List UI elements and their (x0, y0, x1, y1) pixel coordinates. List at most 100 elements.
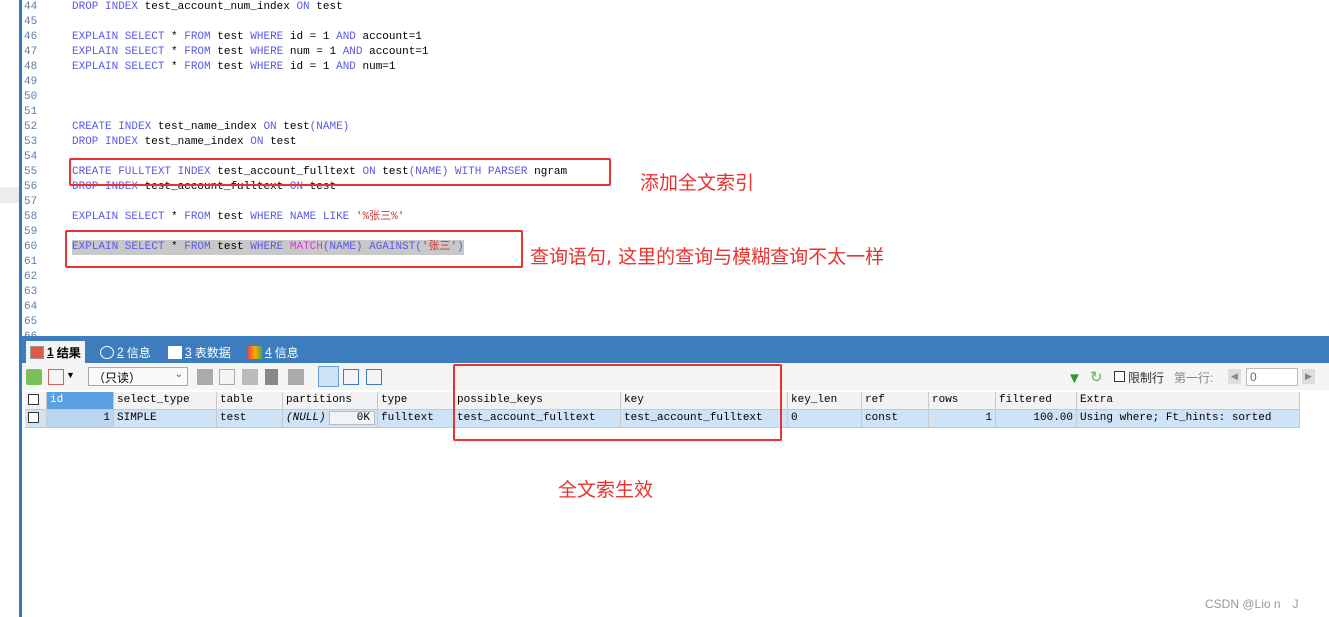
code-line[interactable]: 46 EXPLAIN SELECT * FROM test WHERE id = … (22, 30, 1322, 45)
info-icon (100, 345, 114, 359)
cell-ref[interactable]: const (862, 410, 929, 428)
code-line[interactable]: 58 EXPLAIN SELECT * FROM test WHERE NAME … (22, 210, 1322, 225)
code-token: EXPLAIN SELECT (72, 61, 172, 73)
first-row-input[interactable]: 0 (1246, 368, 1298, 386)
line-number: 64 (24, 301, 38, 313)
code-line[interactable]: 45 (22, 15, 1322, 30)
annotation-query: 查询语句, 这里的查询与模糊查询不太一样 (530, 246, 885, 268)
save-icon[interactable] (242, 369, 258, 385)
column-header-id[interactable]: id (47, 392, 114, 410)
code-line[interactable]: 53 DROP INDEX test_name_index ON test (22, 135, 1322, 150)
filter-icon[interactable]: ▼ (1067, 370, 1082, 387)
cell-filtered[interactable]: 100.00 (996, 410, 1077, 428)
line-number: 65 (24, 316, 38, 328)
refresh-icon[interactable]: ↻ (1090, 368, 1103, 386)
column-header-type[interactable]: type (378, 392, 454, 410)
chevron-down-icon[interactable]: ▼ (66, 370, 75, 380)
cell-select_type[interactable]: SIMPLE (114, 410, 217, 428)
code-token: DROP INDEX (72, 1, 145, 13)
code-token: test (283, 121, 310, 133)
code-token: WHERE NAME LIKE (250, 211, 356, 223)
delete-icon[interactable] (265, 369, 278, 385)
code-token: CREATE INDEX (72, 121, 158, 133)
code-text: EXPLAIN SELECT * FROM test WHERE id = 1 … (72, 60, 396, 75)
code-line[interactable]: 50 (22, 90, 1322, 105)
cell-extra[interactable]: Using where; Ft_hints: sorted (1077, 410, 1300, 428)
code-token: WHERE (250, 61, 290, 73)
highlight-box-create-fulltext (69, 158, 611, 186)
watermark: CSDN @Lio n J (1205, 597, 1299, 611)
insert-row-icon[interactable] (197, 369, 213, 385)
code-token: account=1 (362, 31, 422, 43)
limit-rows-checkbox[interactable] (1114, 371, 1125, 382)
tab-number: 2 (117, 345, 124, 359)
cell-partitions[interactable]: (NULL) 0K (283, 410, 378, 428)
column-header-ref[interactable]: ref (862, 392, 929, 410)
line-number: 55 (24, 166, 38, 178)
code-line[interactable]: 47 EXPLAIN SELECT * FROM test WHERE num =… (22, 45, 1322, 60)
line-number: 48 (24, 61, 38, 73)
tab-1[interactable]: 1 结果 (26, 341, 85, 363)
cell-rows[interactable]: 1 (929, 410, 996, 428)
tab-label: 结果 (56, 345, 81, 360)
add-row-icon[interactable] (26, 369, 42, 385)
code-line[interactable]: 57 (22, 195, 1322, 210)
checkbox[interactable] (28, 393, 39, 405)
line-number: 50 (24, 91, 38, 103)
code-line[interactable]: 51 (22, 105, 1322, 120)
column-header-key_len[interactable]: key_len (788, 392, 862, 410)
column-header-rows[interactable]: rows (929, 392, 996, 410)
code-token: FROM (184, 46, 218, 58)
select-all-checkbox[interactable] (25, 392, 47, 410)
cell-key_len[interactable]: 0 (788, 410, 862, 428)
duplicate-row-icon[interactable] (219, 369, 235, 385)
line-number: 44 (24, 1, 38, 13)
code-line[interactable]: 64 (22, 300, 1322, 315)
text-view-icon[interactable] (366, 369, 382, 385)
line-number: 47 (24, 46, 38, 58)
cell-type[interactable]: fulltext (378, 410, 454, 428)
code-token: test (217, 211, 251, 223)
column-header-extra[interactable]: Extra (1077, 392, 1300, 410)
code-line[interactable]: 62 (22, 270, 1322, 285)
code-token: test_name_index (144, 136, 251, 148)
tab-2[interactable]: 2 信息 (96, 341, 155, 363)
highlight-box-query (65, 230, 523, 268)
prev-page-icon[interactable]: ◀ (1228, 369, 1241, 384)
code-line[interactable]: 48 EXPLAIN SELECT * FROM test WHERE id = … (22, 60, 1322, 75)
partitions-badge: 0K (329, 411, 375, 425)
column-header-filtered[interactable]: filtered (996, 392, 1077, 410)
row-checkbox[interactable] (25, 410, 47, 428)
code-line[interactable]: 52 CREATE INDEX test_name_index ON test(N… (22, 120, 1322, 135)
checkbox[interactable] (28, 411, 39, 423)
tab-number: 1 (47, 345, 54, 359)
code-token: id = 1 (289, 31, 337, 43)
code-line[interactable]: 49 (22, 75, 1322, 90)
code-token: * (171, 46, 185, 58)
line-number: 58 (24, 211, 38, 223)
code-line[interactable]: 63 (22, 285, 1322, 300)
column-header-partitions[interactable]: partitions (283, 392, 378, 410)
next-page-icon[interactable]: ▶ (1302, 369, 1315, 384)
grid-view-icon[interactable] (318, 366, 339, 387)
code-token: test_name_index (157, 121, 264, 133)
code-line[interactable]: 44 DROP INDEX test_account_num_index ON t… (22, 0, 1322, 15)
code-text: EXPLAIN SELECT * FROM test WHERE id = 1 … (72, 30, 422, 45)
cancel-changes-icon[interactable] (288, 369, 304, 385)
column-header-select_type[interactable]: select_type (114, 392, 217, 410)
tab-4[interactable]: 4 信息 (244, 341, 303, 363)
mode-select[interactable]: （只读） ⌄ (88, 367, 188, 386)
cell-id[interactable]: 1 (47, 410, 114, 428)
export-icon[interactable] (48, 369, 64, 385)
code-line[interactable]: 65 (22, 315, 1322, 330)
null-value: (NULL) (286, 412, 326, 424)
column-header-table[interactable]: table (217, 392, 283, 410)
line-number: 56 (24, 181, 38, 193)
first-row-label: 第一行: (1174, 371, 1214, 385)
cell-table[interactable]: test (217, 410, 283, 428)
form-view-icon[interactable] (343, 369, 359, 385)
line-number: 57 (24, 196, 38, 208)
tab-3[interactable]: 3 表数据 (164, 341, 235, 363)
code-token: FROM (184, 211, 218, 223)
line-number: 54 (24, 151, 38, 163)
